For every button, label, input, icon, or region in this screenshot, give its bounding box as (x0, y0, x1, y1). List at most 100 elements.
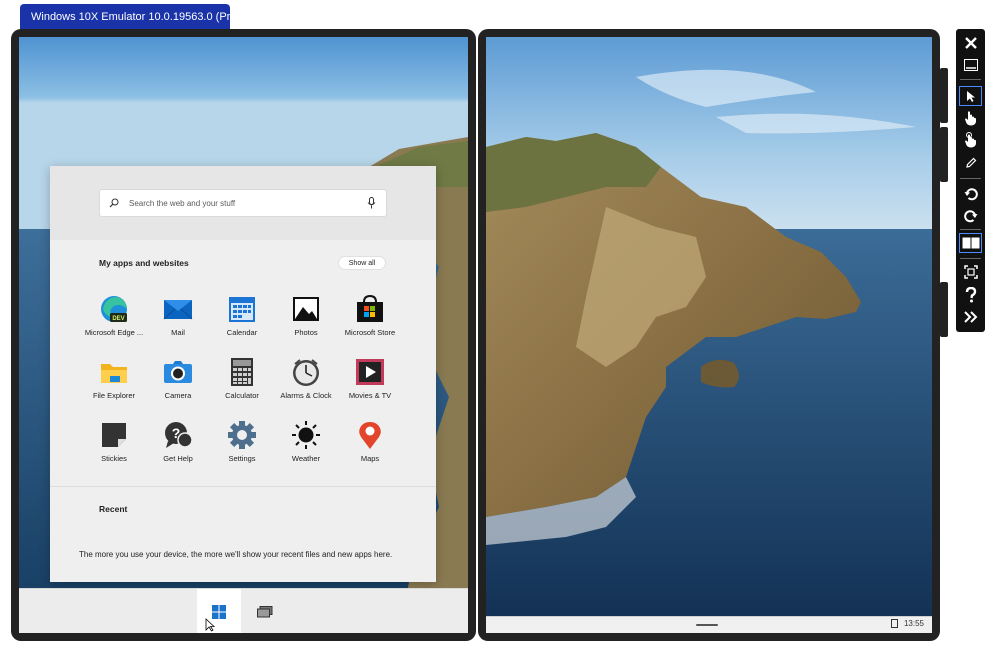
app-camera[interactable]: Camera (143, 357, 213, 400)
left-device-frame: My apps and websites Show all DEV Micros… (11, 29, 476, 641)
start-menu: My apps and websites Show all DEV Micros… (50, 166, 436, 582)
windows-logo-icon (212, 604, 226, 619)
single-touch-button[interactable] (959, 108, 982, 128)
home-indicator[interactable] (696, 624, 718, 626)
double-chevron-icon (963, 311, 977, 323)
clock-icon (291, 357, 321, 387)
toolbar-separator (960, 258, 981, 259)
minimize-button[interactable] (959, 55, 982, 75)
app-label: File Explorer (92, 391, 136, 400)
show-all-button[interactable]: Show all (338, 256, 386, 270)
app-maps[interactable]: Maps (335, 420, 405, 463)
edge-dev-icon: DEV (99, 294, 129, 324)
mail-icon (163, 294, 193, 324)
right-taskbar: 13:55 (486, 616, 932, 633)
right-screen: 13:55 (486, 37, 932, 633)
app-alarms-clock[interactable]: Alarms & Clock (271, 357, 341, 400)
fit-to-screen-button[interactable] (959, 262, 982, 282)
mouse-cursor-icon (205, 618, 215, 632)
fit-screen-icon (963, 265, 978, 279)
app-label: Maps (360, 454, 380, 463)
folder-icon (99, 357, 129, 387)
more-tools-button[interactable] (959, 307, 982, 327)
multi-touch-icon (964, 132, 976, 148)
rotate-right-button[interactable] (959, 206, 982, 226)
right-device-frame: 13:55 (478, 29, 940, 641)
app-label: Mail (171, 328, 185, 337)
app-label: Camera (164, 391, 192, 400)
app-label: Movies & TV (348, 391, 392, 400)
app-label: Microsoft Store (344, 328, 396, 337)
movies-icon (355, 357, 385, 387)
app-microsoft-store[interactable]: Microsoft Store (335, 294, 405, 337)
camera-icon (163, 357, 193, 387)
app-settings[interactable]: Settings (207, 420, 277, 463)
app-microsoft-edge[interactable]: DEV Microsoft Edge ... (79, 294, 149, 337)
rotate-left-icon (964, 188, 978, 201)
maps-icon (355, 420, 385, 450)
task-view-button[interactable] (243, 589, 287, 633)
touch-hand-icon (965, 111, 976, 126)
minimize-icon (963, 59, 978, 71)
clock-time: 13:55 (903, 619, 924, 628)
close-icon (964, 37, 977, 49)
app-get-help[interactable]: ? Get Help (143, 420, 213, 463)
emulator-title-tab: Windows 10X Emulator 10.0.19563.0 (Previ… (20, 4, 262, 30)
help-icon: ? (163, 420, 193, 450)
search-input[interactable] (129, 198, 359, 208)
left-screen: My apps and websites Show all DEV Micros… (19, 37, 468, 633)
question-icon (965, 287, 976, 303)
app-label: Settings (228, 454, 256, 463)
settings-icon (227, 420, 257, 450)
photos-icon (291, 294, 321, 324)
app-calculator[interactable]: Calculator (207, 357, 277, 400)
start-button[interactable] (197, 589, 241, 633)
app-label: Get Help (163, 454, 193, 463)
close-button[interactable] (959, 33, 982, 53)
left-taskbar (19, 588, 468, 633)
system-tray[interactable]: 13:55 (890, 619, 924, 628)
recent-section-title: Recent (99, 504, 128, 514)
battery-icon (890, 619, 898, 628)
section-divider (50, 486, 436, 487)
right-wallpaper (486, 37, 932, 633)
app-calendar[interactable]: Calendar (207, 294, 277, 337)
emulator-toolbar (956, 29, 985, 332)
recent-message: The more you use your device, the more w… (79, 550, 393, 559)
toolbar-separator (960, 79, 981, 80)
toolbar-separator (960, 229, 981, 230)
apps-section-title: My apps and websites (99, 258, 189, 268)
dual-screen-button[interactable] (959, 233, 982, 253)
pen-icon (965, 157, 976, 168)
mouse-input-button[interactable] (959, 86, 982, 106)
app-stickies[interactable]: Stickies (79, 420, 149, 463)
hardware-button-top[interactable] (940, 68, 948, 123)
rotate-left-button[interactable] (959, 184, 982, 204)
pen-input-button[interactable] (959, 153, 982, 173)
calculator-icon (227, 357, 257, 387)
hardware-button-bottom[interactable] (940, 282, 948, 337)
pointer-icon (966, 90, 975, 102)
multi-touch-button[interactable] (959, 130, 982, 150)
help-button[interactable] (959, 285, 982, 305)
app-movies-tv[interactable]: Movies & TV (335, 357, 405, 400)
svg-text:DEV: DEV (112, 316, 124, 322)
search-box[interactable] (99, 189, 387, 217)
hardware-button-middle[interactable] (940, 127, 948, 182)
app-file-explorer[interactable]: File Explorer (79, 357, 149, 400)
app-mail[interactable]: Mail (143, 294, 213, 337)
toolbar-separator (960, 178, 981, 179)
app-label: Photos (294, 328, 318, 337)
search-area (50, 166, 436, 240)
app-label: Calculator (225, 391, 259, 400)
app-label: Calendar (226, 328, 258, 337)
rotate-right-icon (963, 210, 977, 223)
app-label: Weather (291, 454, 321, 463)
store-icon (355, 294, 385, 324)
stickies-icon (99, 420, 129, 450)
microphone-icon[interactable] (367, 197, 376, 209)
app-weather[interactable]: Weather (271, 420, 341, 463)
calendar-icon (227, 294, 257, 324)
app-label: Alarms & Clock (280, 391, 332, 400)
app-photos[interactable]: Photos (271, 294, 341, 337)
